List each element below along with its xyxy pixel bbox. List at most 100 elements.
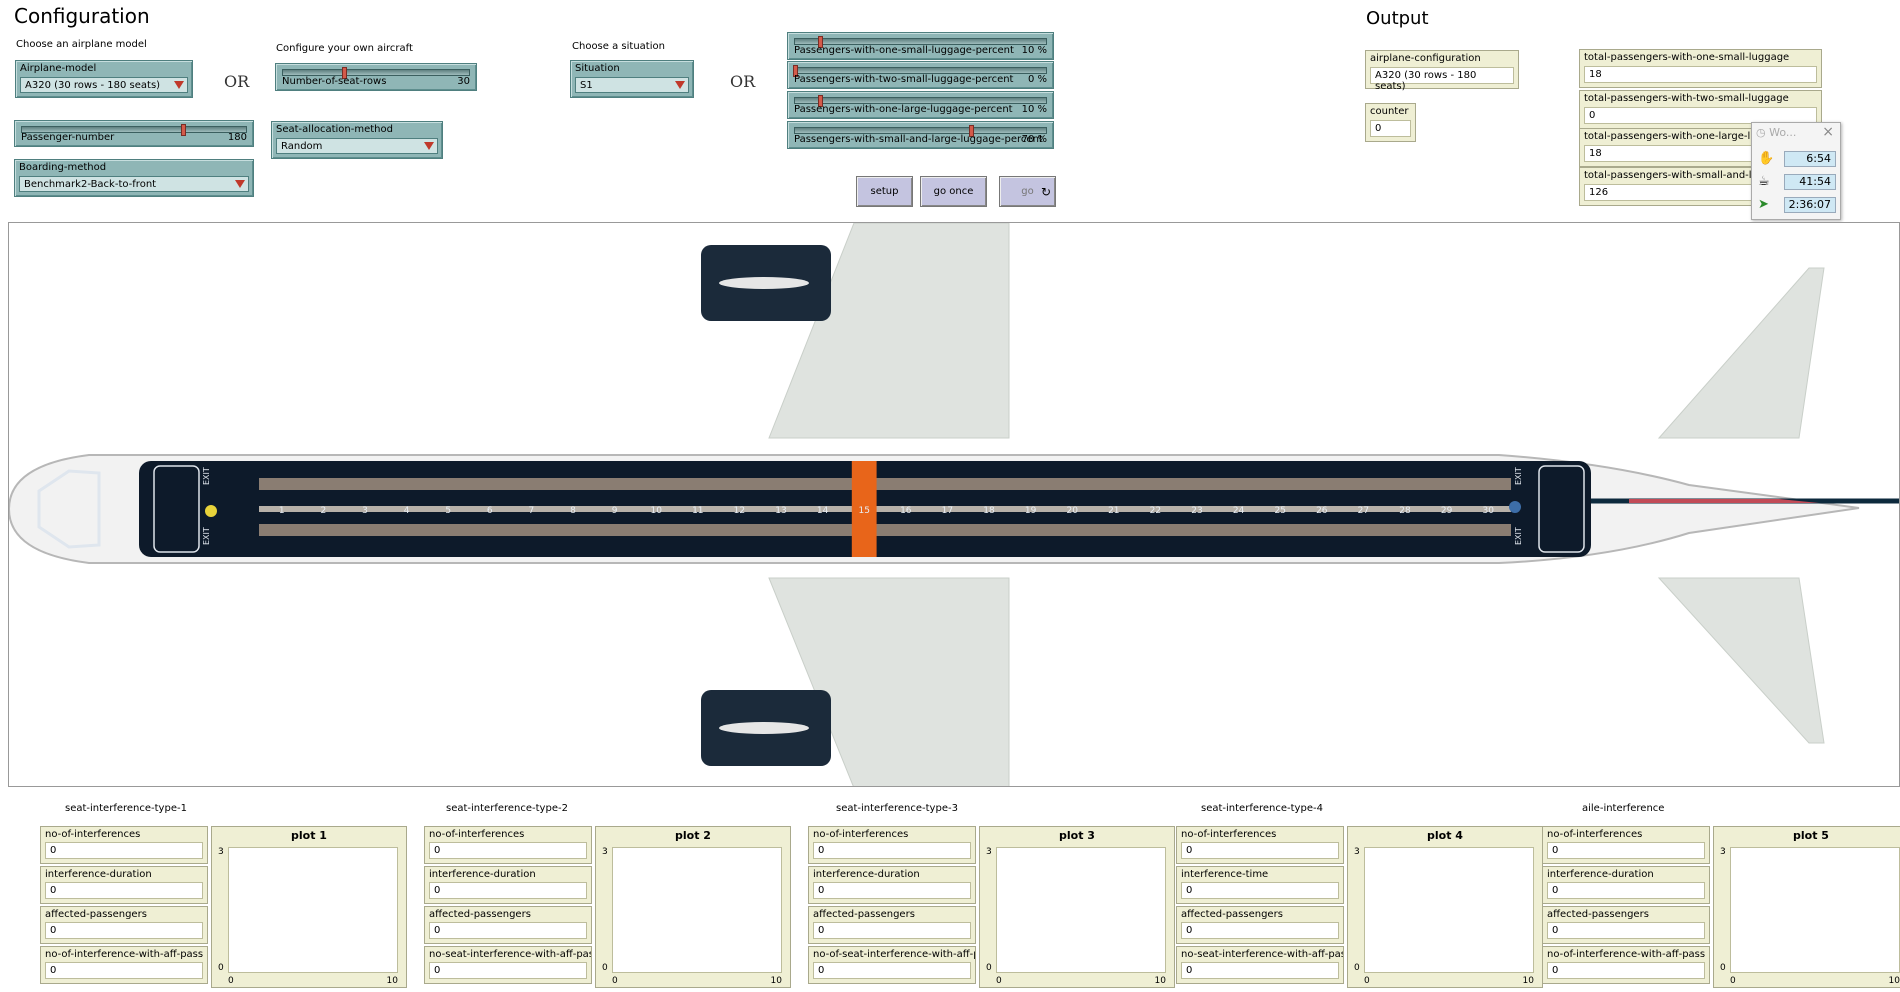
monitor-label: no-seat-interference-with-aff-pass (429, 949, 591, 960)
passenger-number-slider[interactable]: Passenger-number 180 (14, 120, 254, 147)
slider-track[interactable] (794, 36, 1047, 48)
x-max-tick: 10 (1888, 976, 1900, 986)
interference-plot[interactable]: plot 1 3 0 0 10 (211, 826, 407, 988)
lower-stabilizer (1657, 577, 1825, 744)
row-number: 4 (404, 506, 410, 516)
plot-area (228, 847, 398, 973)
row-number: 11 (692, 506, 703, 516)
interference-monitor: no-of-interference-with-aff-pass 0 (40, 946, 208, 984)
airplane-configuration-monitor: airplane-configuration A320 (30 rows - 1… (1365, 50, 1519, 92)
or-label-1: OR (224, 72, 250, 91)
monitor-label: affected-passengers (813, 909, 915, 920)
interference-monitor: no-of-interferences 0 (808, 826, 976, 864)
monitor-value: 0 (45, 882, 203, 899)
monitor-label: affected-passengers (1181, 909, 1283, 920)
row-number: 20 (1066, 506, 1078, 516)
timer-row: ☕ 41:54 (1756, 172, 1838, 192)
airplane-model-value[interactable]: A320 (30 rows - 180 seats) (20, 77, 188, 93)
world-view[interactable]: 1 2 3 4 5 6 7 8 9 10 11 12 13 14 15 16 17 18 19 20 21 22 23 24 2… (8, 222, 1900, 787)
slider-track[interactable] (794, 95, 1047, 107)
luggage-slider-2[interactable]: Passengers-with-two-small-luggage-percen… (787, 61, 1054, 89)
timer-value: 41:54 (1784, 174, 1836, 190)
exit-sign: EXIT (202, 467, 211, 485)
situation-label: Situation (575, 63, 620, 74)
seat-allocation-chooser[interactable]: Seat-allocation-method Random (271, 121, 443, 159)
airplane-model-chooser[interactable]: Airplane-model A320 (30 rows - 180 seats… (15, 60, 193, 98)
boarding-method-value[interactable]: Benchmark2-Back-to-front (19, 176, 249, 192)
luggage-slider-1[interactable]: Passengers-with-one-small-luggage-percen… (787, 32, 1054, 60)
configuration-title: Configuration (14, 4, 150, 28)
dropdown-arrow-icon (424, 142, 434, 150)
x-max-tick: 10 (1154, 976, 1166, 986)
y-min-tick: 0 (602, 963, 608, 973)
exit-sign: EXIT (202, 527, 211, 545)
y-max-tick: 3 (986, 847, 992, 857)
passenger-icon (205, 505, 217, 517)
slider-track[interactable] (282, 67, 470, 79)
luggage-slider-3[interactable]: Passengers-with-one-large-luggage-percen… (787, 91, 1054, 119)
interference-plot[interactable]: plot 3 3 0 0 10 (979, 826, 1175, 988)
hand-icon: ✋ (1758, 151, 1775, 166)
dropdown-arrow-icon (675, 81, 685, 89)
monitor-label: interference-duration (45, 869, 152, 880)
interference-plot[interactable]: plot 5 3 0 0 10 (1713, 826, 1900, 988)
row-number: 21 (1108, 506, 1119, 516)
group-title: aile-interference (1582, 803, 1665, 814)
monitor-value: 0 (1547, 882, 1705, 899)
slider-track[interactable] (794, 125, 1047, 137)
monitor-label: interference-duration (429, 869, 536, 880)
monitor-value: 0 (429, 962, 587, 979)
go-once-button[interactable]: go once (920, 176, 987, 207)
row-number: 15 (858, 506, 869, 516)
timer-title: ◷ Wo... (1756, 126, 1796, 139)
upper-engine-detail (719, 277, 809, 289)
plot-area (1364, 847, 1534, 973)
coffee-icon: ☕ (1758, 174, 1770, 189)
monitor-value: 0 (1547, 842, 1705, 859)
situation-value[interactable]: S1 (575, 77, 689, 93)
row-number: 16 (900, 506, 912, 516)
slider-value: 70 % (1021, 134, 1047, 145)
interference-monitor: no-seat-interference-with-aff-pass 0 (424, 946, 592, 984)
close-icon[interactable]: × (1822, 124, 1834, 140)
monitor-label: no-of-interferences (45, 829, 141, 840)
work-timer-popup[interactable]: ◷ Wo... × ✋ 6:54 ☕ 41:54 ➤ 2:36:07 (1751, 122, 1841, 220)
monitor-label: no-of-interferences (1547, 829, 1643, 840)
counter-monitor: counter 0 (1365, 103, 1416, 142)
slider-track[interactable] (793, 65, 1047, 77)
situation-chooser[interactable]: Situation S1 (570, 60, 694, 98)
setup-button[interactable]: setup (856, 176, 913, 207)
row-number: 3 (362, 506, 368, 516)
group-title: seat-interference-type-4 (1201, 803, 1323, 814)
monitor-label: no-of-interferences (429, 829, 525, 840)
row-number: 19 (1025, 506, 1037, 516)
monitor-value: 0 (1181, 842, 1339, 859)
monitor-label: affected-passengers (429, 909, 531, 920)
clock-icon: ◷ (1756, 126, 1766, 139)
plot-title: plot 5 (1793, 829, 1829, 842)
luggage-slider-4[interactable]: Passengers-with-small-and-large-luggage-… (787, 121, 1054, 149)
go-button[interactable]: go ↻ (999, 176, 1056, 207)
number-of-seat-rows-slider[interactable]: Number-of-seat-rows 30 (275, 63, 477, 91)
x-min-tick: 0 (612, 976, 618, 986)
timer-row: ➤ 2:36:07 (1756, 195, 1838, 215)
row-number: 9 (612, 506, 618, 516)
seat-allocation-value[interactable]: Random (276, 138, 438, 154)
monitor-label: no-of-interferences (1181, 829, 1277, 840)
interference-plot[interactable]: plot 4 3 0 0 10 (1347, 826, 1543, 988)
plot-title: plot 4 (1427, 829, 1463, 842)
boarding-method-chooser[interactable]: Boarding-method Benchmark2-Back-to-front (14, 159, 254, 197)
boarding-method-label: Boarding-method (19, 162, 107, 173)
interference-monitor: no-of-interferences 0 (1176, 826, 1344, 864)
group-title: seat-interference-type-3 (836, 803, 958, 814)
timer-row: ✋ 6:54 (1756, 149, 1838, 169)
monitor-label: interference-duration (1547, 869, 1654, 880)
interference-plot[interactable]: plot 2 3 0 0 10 (595, 826, 791, 988)
slider-thumb[interactable] (181, 124, 187, 136)
monitor-label: no-of-seat-interference-with-aff-pass (813, 949, 975, 960)
row-number: 8 (570, 506, 576, 516)
total-one-small-monitor: total-passengers-with-one-small-luggage … (1579, 49, 1822, 88)
exit-sign: EXIT (1514, 527, 1523, 545)
exit-icon: ➤ (1758, 197, 1769, 212)
plot-area (996, 847, 1166, 973)
